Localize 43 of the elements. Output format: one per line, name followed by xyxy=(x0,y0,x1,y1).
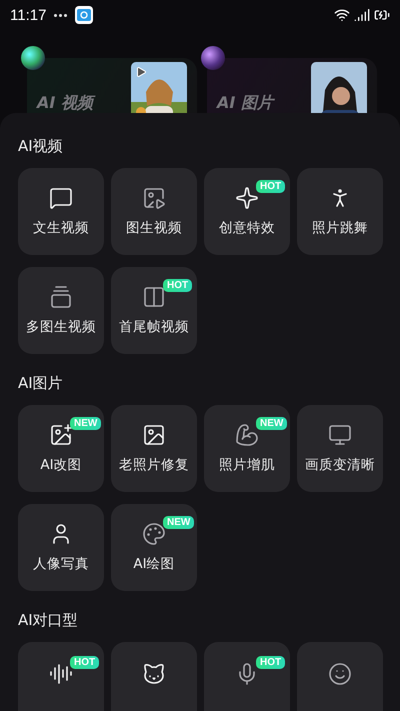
palette-icon xyxy=(142,522,166,546)
signal-icon xyxy=(354,7,370,23)
tag-label: NEW xyxy=(163,516,194,529)
wifi-icon xyxy=(334,7,350,23)
feature-tile[interactable]: 照片跳舞 xyxy=(297,168,383,255)
feature-tile[interactable]: 图生视频 xyxy=(111,168,197,255)
feature-banner[interactable]: AI 图片 xyxy=(207,58,377,113)
feature-tile[interactable] xyxy=(297,642,383,711)
image-play-icon xyxy=(142,186,166,210)
tag-label: HOT xyxy=(256,656,286,669)
feature-banner[interactable]: AI 视频 xyxy=(27,58,197,113)
orb-icon xyxy=(21,46,45,70)
banner-title: AI 视频 xyxy=(37,93,93,113)
feature-tile[interactable] xyxy=(111,642,197,711)
feature-tile[interactable]: 文生视频 xyxy=(18,168,104,255)
feature-tile[interactable]: HOT 首尾帧视频 xyxy=(111,267,197,354)
tag-label: HOT xyxy=(163,279,192,292)
image-icon xyxy=(142,423,166,447)
section-title: AI图片 xyxy=(18,374,64,393)
tag-label: HOT xyxy=(70,656,100,669)
sparkle-icon xyxy=(235,186,259,210)
feature-tile[interactable]: 画质变清晰 xyxy=(297,405,383,492)
more-notifications-icon xyxy=(54,14,68,16)
tag-label: HOT xyxy=(256,180,286,193)
tag-label: NEW xyxy=(256,417,288,430)
feature-tile[interactable]: 多图生视频 xyxy=(18,267,104,354)
section-title: AI视频 xyxy=(18,137,64,156)
status-time: 11:17 xyxy=(10,6,46,24)
flexed-arm-icon xyxy=(235,423,259,447)
monitor-icon xyxy=(328,423,352,447)
tag-label: NEW xyxy=(70,417,102,430)
orb-icon xyxy=(201,46,225,70)
app-notification-icon xyxy=(75,6,94,24)
feature-tile[interactable]: 老照片修复 xyxy=(111,405,197,492)
stacked-frames-icon xyxy=(49,285,73,309)
feature-tile[interactable]: 人像写真 xyxy=(18,504,104,591)
play-icon xyxy=(135,66,147,78)
feature-tile[interactable]: NEW AI绘图 xyxy=(111,504,197,591)
feature-tile[interactable]: NEW 照片增肌 xyxy=(204,405,290,492)
feature-tile[interactable]: HOT 创意特效 xyxy=(204,168,290,255)
feature-tile[interactable]: NEW AI改图 xyxy=(18,405,104,492)
section-title: AI对口型 xyxy=(18,611,79,630)
banner-title: AI 图片 xyxy=(217,93,273,113)
